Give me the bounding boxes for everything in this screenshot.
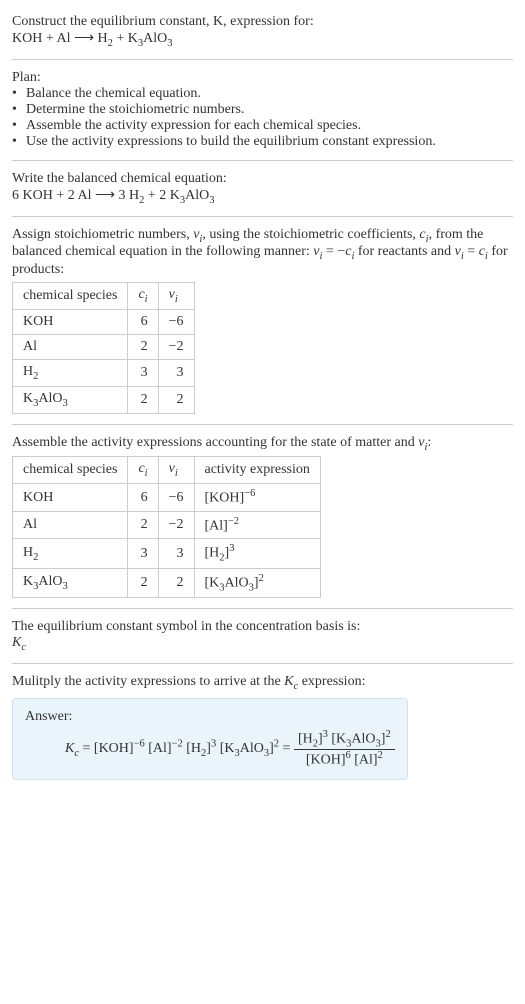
table-row: Al 2 −2 [Al]−2 <box>13 511 321 539</box>
table-row: KOH 6 −6 <box>13 309 195 334</box>
cell-vi: 2 <box>158 568 194 597</box>
cell-ci: 2 <box>128 568 158 597</box>
plan-item: Use the activity expressions to build th… <box>26 134 436 150</box>
separator <box>12 216 513 217</box>
table-row: H2 3 3 [H2]3 <box>13 539 321 568</box>
intro-equation: KOH + Al ⟶ H2 + K3AlO3 <box>12 30 513 49</box>
separator <box>12 608 513 609</box>
bullet-icon: • <box>12 86 26 102</box>
cell-species: KOH <box>13 309 128 334</box>
cell-species: H2 <box>13 359 128 386</box>
col-species: chemical species <box>13 457 128 484</box>
cell-vi: 3 <box>158 359 194 386</box>
table-row: K3AlO3 2 2 [K3AlO3]2 <box>13 568 321 597</box>
table-row: K3AlO3 2 2 <box>13 386 195 413</box>
cell-ci: 2 <box>128 386 158 413</box>
plan-item: Assemble the activity expression for eac… <box>26 118 361 134</box>
col-vi: νi <box>158 457 194 484</box>
cell-vi: −6 <box>158 484 194 512</box>
cell-ci: 2 <box>128 511 158 539</box>
symbol-section: The equilibrium constant symbol in the c… <box>12 613 513 659</box>
cell-vi: 2 <box>158 386 194 413</box>
col-species: chemical species <box>13 283 128 310</box>
cell-ci: 2 <box>128 334 158 359</box>
col-ci: ci <box>128 457 158 484</box>
cell-species: K3AlO3 <box>13 386 128 413</box>
fraction-denominator: [KOH]6 [Al]2 <box>294 750 395 769</box>
symbol-kc: Kc <box>12 635 513 653</box>
intro-line1: Construct the equilibrium constant, K, e… <box>12 14 314 29</box>
kc-expression: Kc = [KOH]−6 [Al]−2 [H2]3 [K3AlO3]2 = <box>65 741 294 756</box>
cell-vi: −6 <box>158 309 194 334</box>
table-row: Al 2 −2 <box>13 334 195 359</box>
cell-activity: [Al]−2 <box>194 511 320 539</box>
cell-ci: 3 <box>128 539 158 568</box>
cell-ci: 6 <box>128 309 158 334</box>
plan-item: Balance the chemical equation. <box>26 86 201 102</box>
cell-species: H2 <box>13 539 128 568</box>
symbol-line1: The equilibrium constant symbol in the c… <box>12 619 513 635</box>
plan-heading: Plan: <box>12 70 513 86</box>
kc-fraction: [H2]3 [K3AlO3]2 [KOH]6 [Al]2 <box>294 729 395 769</box>
cell-activity: [H2]3 <box>194 539 320 568</box>
bullet-icon: • <box>12 134 26 150</box>
bullet-icon: • <box>12 118 26 134</box>
separator <box>12 424 513 425</box>
plan-item: Determine the stoichiometric numbers. <box>26 102 245 118</box>
cell-vi: 3 <box>158 539 194 568</box>
answer-box: Answer: Kc = [KOH]−6 [Al]−2 [H2]3 [K3AlO… <box>12 698 408 780</box>
table-header-row: chemical species ci νi <box>13 283 195 310</box>
separator <box>12 663 513 664</box>
table-header-row: chemical species ci νi activity expressi… <box>13 457 321 484</box>
cell-species: Al <box>13 334 128 359</box>
activity-table: chemical species ci νi activity expressi… <box>12 456 321 598</box>
activity-intro: Assemble the activity expressions accoun… <box>12 435 513 453</box>
answer-label: Answer: <box>25 709 395 725</box>
cell-species: K3AlO3 <box>13 568 128 597</box>
activity-section: Assemble the activity expressions accoun… <box>12 429 513 605</box>
cell-ci: 3 <box>128 359 158 386</box>
final-section: Mulitply the activity expressions to arr… <box>12 668 513 786</box>
table-row: KOH 6 −6 [KOH]−6 <box>13 484 321 512</box>
cell-species: KOH <box>13 484 128 512</box>
plan-section: Plan: •Balance the chemical equation. •D… <box>12 64 513 156</box>
cell-vi: −2 <box>158 334 194 359</box>
col-ci: ci <box>128 283 158 310</box>
separator <box>12 160 513 161</box>
fraction-numerator: [H2]3 [K3AlO3]2 <box>294 729 395 750</box>
col-activity: activity expression <box>194 457 320 484</box>
separator <box>12 59 513 60</box>
cell-activity: [KOH]−6 <box>194 484 320 512</box>
intro-section: Construct the equilibrium constant, K, e… <box>12 8 513 55</box>
cell-ci: 6 <box>128 484 158 512</box>
cell-activity: [K3AlO3]2 <box>194 568 320 597</box>
cell-species: Al <box>13 511 128 539</box>
balanced-section: Write the balanced chemical equation: 6 … <box>12 165 513 212</box>
cell-vi: −2 <box>158 511 194 539</box>
bullet-icon: • <box>12 102 26 118</box>
balanced-equation: 6 KOH + 2 Al ⟶ 3 H2 + 2 K3AlO3 <box>12 187 513 206</box>
table-row: H2 3 3 <box>13 359 195 386</box>
stoich-intro: Assign stoichiometric numbers, νi, using… <box>12 227 513 279</box>
stoich-section: Assign stoichiometric numbers, νi, using… <box>12 221 513 420</box>
stoich-table: chemical species ci νi KOH 6 −6 Al 2 −2 … <box>12 282 195 413</box>
balanced-heading: Write the balanced chemical equation: <box>12 171 513 187</box>
final-heading: Mulitply the activity expressions to arr… <box>12 674 513 692</box>
col-vi: νi <box>158 283 194 310</box>
